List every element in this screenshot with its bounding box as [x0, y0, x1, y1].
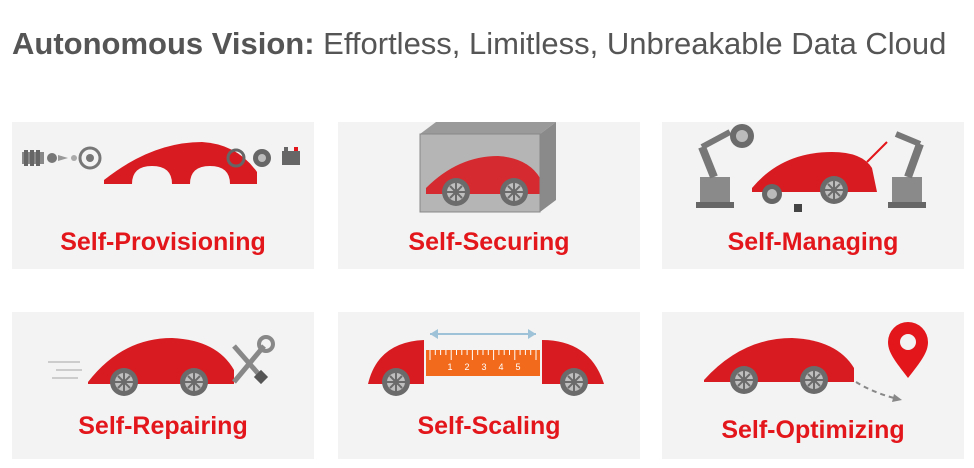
- card-label: Self-Managing: [727, 228, 899, 256]
- card-label: Self-Securing: [408, 228, 570, 256]
- ruler-tick-label: 3: [481, 362, 486, 372]
- ruler-tick-label: 4: [498, 362, 503, 372]
- card-self-provisioning: Self-Provisioning: [12, 122, 314, 269]
- card-label: Self-Repairing: [78, 412, 248, 440]
- card-label: Self-Scaling: [417, 412, 561, 440]
- card-self-scaling: 1 2 3 4 5 Self-Scaling: [338, 312, 640, 459]
- card-label: Self-Provisioning: [60, 228, 266, 256]
- ruler-tick-label: 1: [447, 362, 452, 372]
- card-self-managing: Self-Managing: [662, 122, 964, 269]
- card-label: Self-Optimizing: [721, 416, 905, 444]
- card-self-optimizing: Self-Optimizing: [662, 312, 964, 459]
- ruler-tick-label: 5: [515, 362, 520, 372]
- card-self-repairing: Self-Repairing: [12, 312, 314, 459]
- title-rest: Effortless, Limitless, Unbreakable Data …: [323, 26, 947, 61]
- title-bold: Autonomous Vision:: [12, 26, 315, 61]
- card-self-securing: Self-Securing: [338, 122, 640, 269]
- page-title: Autonomous Vision: Effortless, Limitless…: [12, 26, 946, 62]
- ruler-tick-label: 2: [464, 362, 469, 372]
